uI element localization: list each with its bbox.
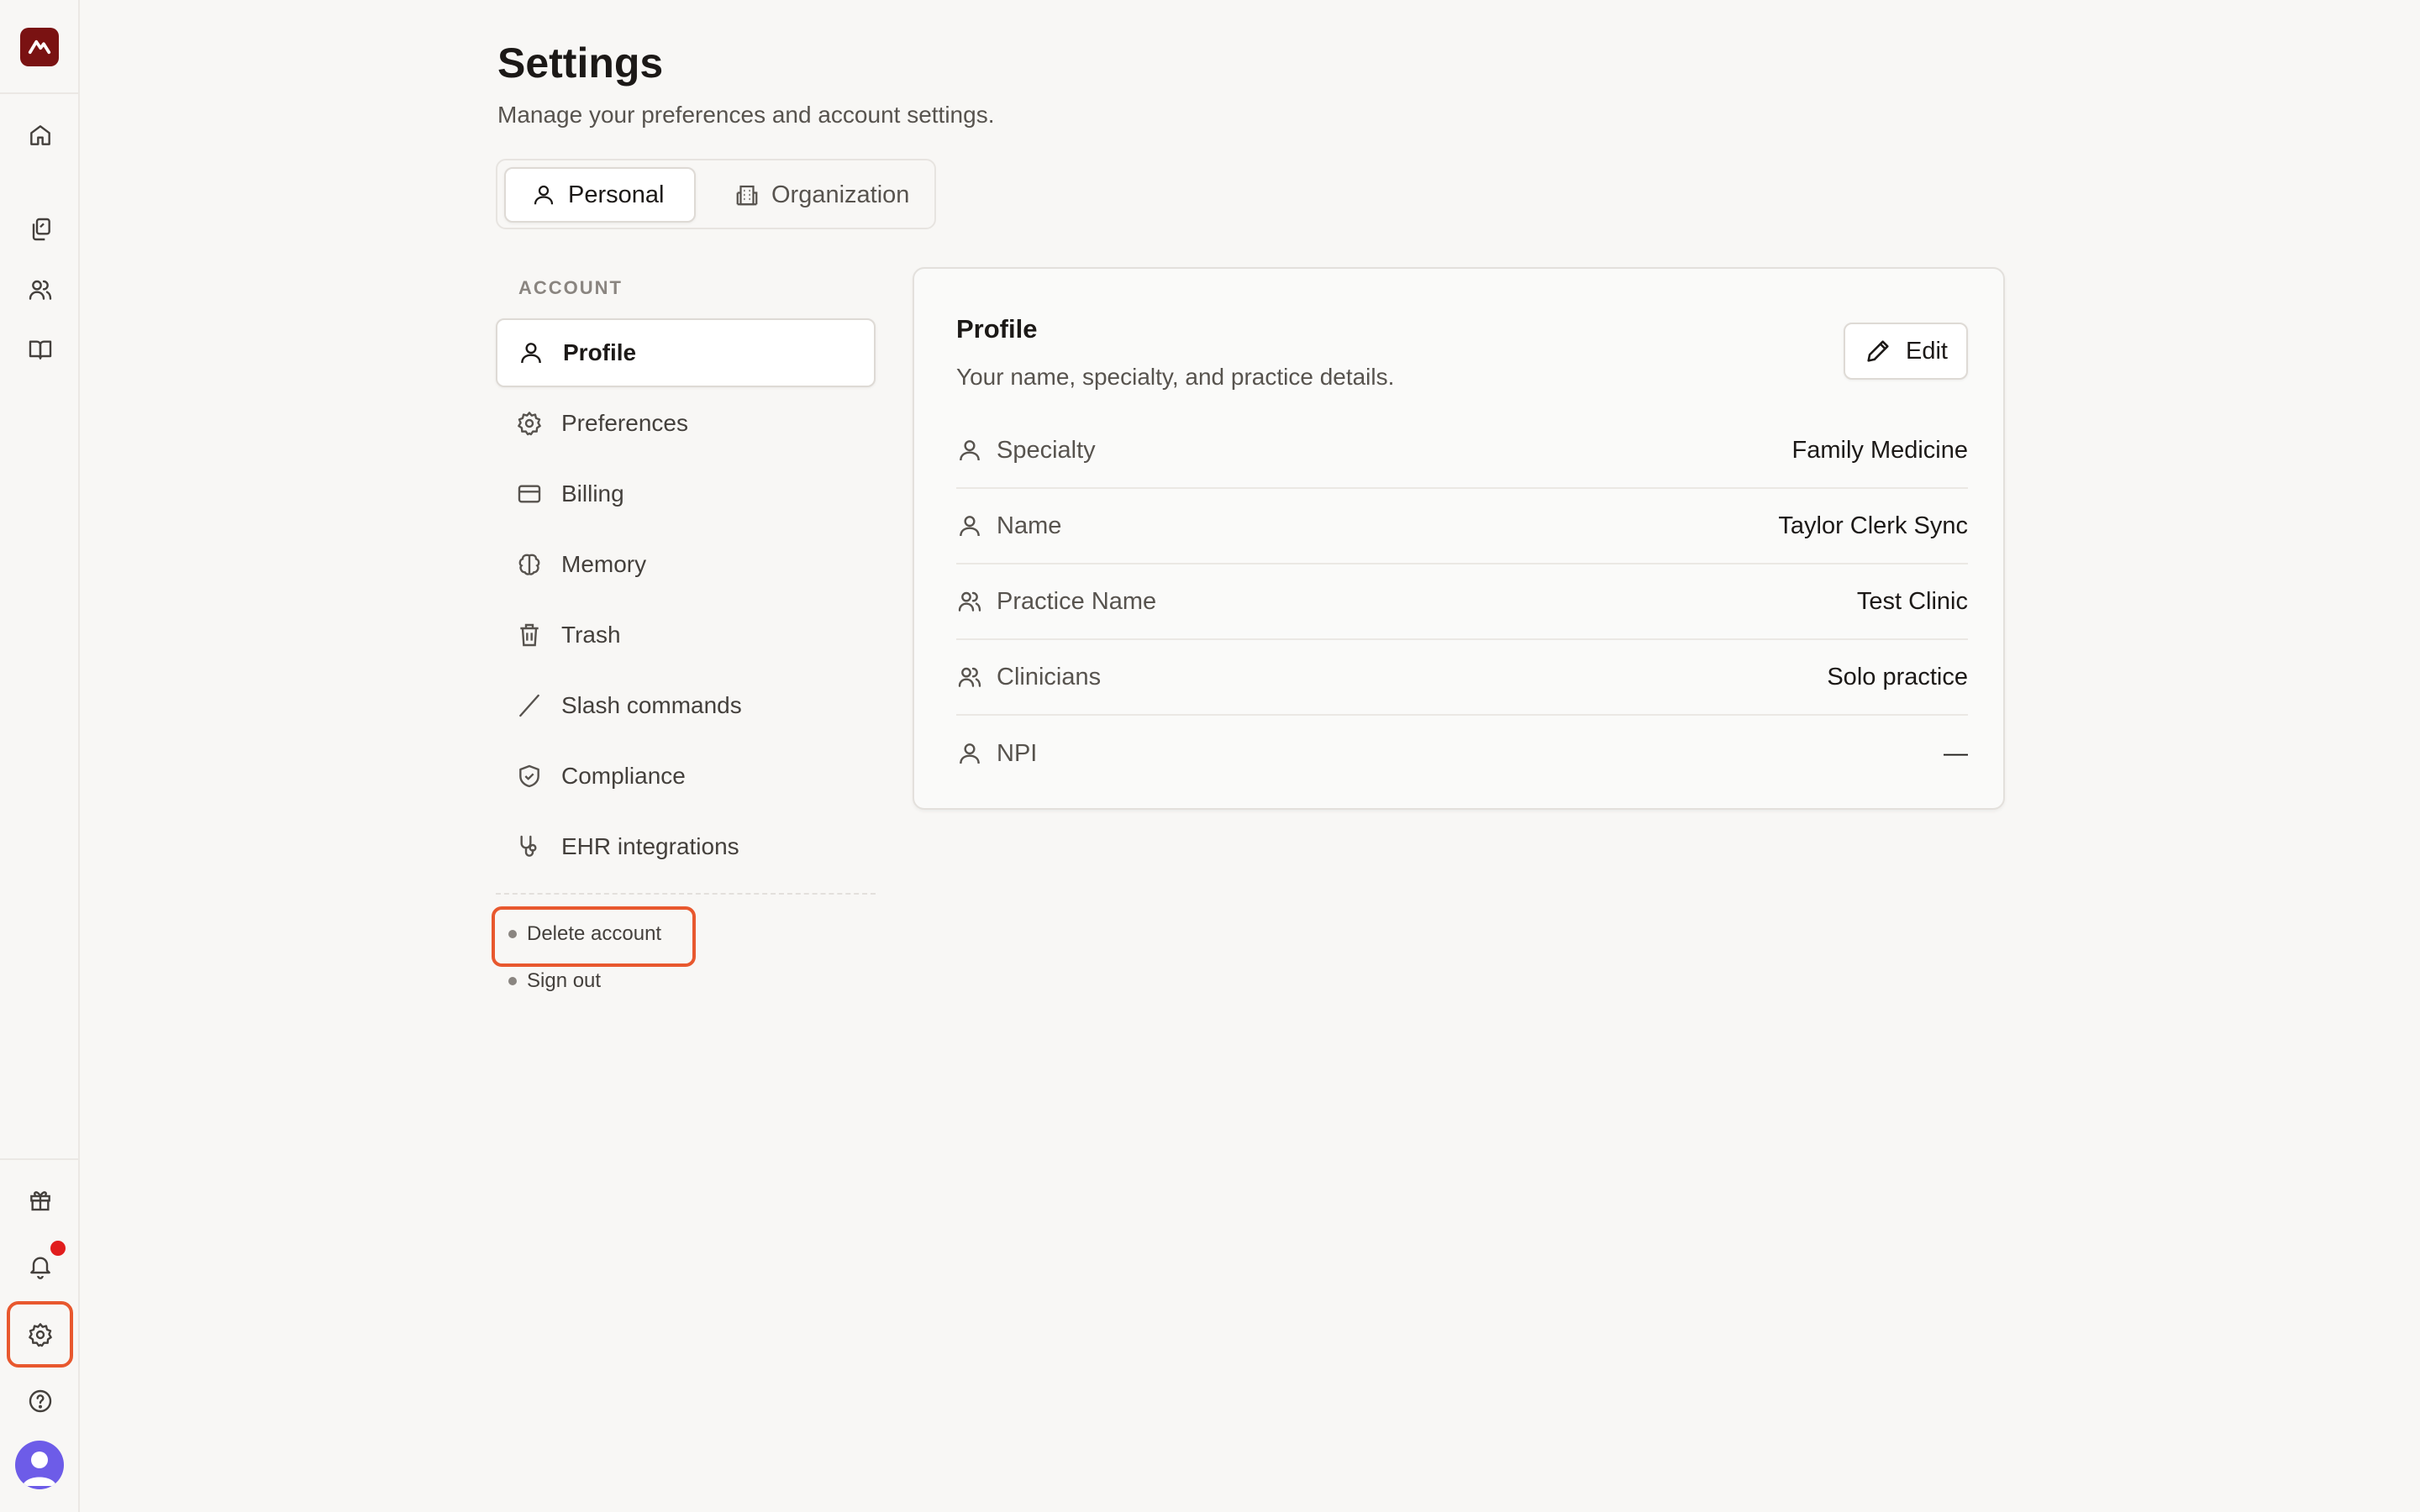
slash-icon <box>519 694 539 717</box>
profile-row-specialty: Specialty Family Medicine <box>956 413 1968 489</box>
bullet-icon <box>508 930 517 938</box>
field-label: NPI <box>997 739 1038 767</box>
notification-dot <box>50 1241 66 1256</box>
nav-divider <box>496 893 876 895</box>
delete-account-link[interactable]: Delete account <box>508 922 661 946</box>
sign-out-link[interactable]: Sign out <box>508 969 601 993</box>
bullet-icon <box>508 977 517 985</box>
field-label: Practice Name <box>997 587 1157 615</box>
card-subtitle: Your name, specialty, and practice detai… <box>956 364 1395 390</box>
user-icon <box>960 516 980 537</box>
sidebar-item-compliance[interactable]: Compliance <box>496 742 876 811</box>
user-icon <box>960 743 980 764</box>
sidebar-item-label: Slash commands <box>561 692 742 718</box>
user-icon <box>960 440 980 461</box>
sidebar-item-label: Preferences <box>561 410 688 436</box>
tab-personal[interactable]: Personal <box>504 167 696 223</box>
user-icon <box>521 343 541 364</box>
profile-row-name: Name Taylor Clerk Sync <box>956 489 1968 564</box>
sidebar-item-slash-commands[interactable]: Slash commands <box>496 671 876 740</box>
field-value: — <box>1944 739 1968 767</box>
documents-icon[interactable] <box>22 211 59 248</box>
rail-divider <box>0 92 80 94</box>
sidebar-item-label: Compliance <box>561 763 686 789</box>
sidebar-item-label: Profile <box>563 339 637 365</box>
sidebar-item-label: Trash <box>561 622 621 648</box>
tab-personal-label: Personal <box>568 181 665 208</box>
sidebar-item-memory[interactable]: Memory <box>496 530 876 599</box>
gear-icon <box>518 412 541 436</box>
field-label: Specialty <box>997 436 1096 464</box>
gift-icon[interactable] <box>22 1181 59 1218</box>
avatar[interactable] <box>15 1441 64 1489</box>
profile-row-practice-name: Practice Name Test Clinic <box>956 564 1968 640</box>
home-icon[interactable] <box>22 117 59 154</box>
book-icon[interactable] <box>22 331 59 368</box>
edit-button-label: Edit <box>1906 337 1948 365</box>
field-value: Solo practice <box>1827 663 1968 690</box>
page-title: Settings <box>497 39 664 87</box>
users-icon[interactable] <box>22 271 59 308</box>
settings-tabs: Personal Organization <box>496 159 936 229</box>
sidebar-item-ehr-integrations[interactable]: EHR integrations <box>496 812 876 881</box>
field-value: Family Medicine <box>1791 436 1969 464</box>
app-rail <box>0 0 80 1512</box>
section-label-account: ACCOUNT <box>518 277 623 298</box>
profile-row-clinicians: Clinicians Solo practice <box>956 640 1968 716</box>
sign-out-label: Sign out <box>527 969 602 992</box>
sidebar-item-preferences[interactable]: Preferences <box>496 389 876 458</box>
edit-button[interactable]: Edit <box>1844 323 1968 380</box>
field-label: Name <box>997 512 1062 539</box>
field-value: Taylor Clerk Sync <box>1778 512 1968 539</box>
profile-row-npi: NPI — <box>956 716 1968 791</box>
rail-divider <box>0 1158 80 1160</box>
user-icon <box>534 185 554 205</box>
app-logo[interactable] <box>20 28 59 66</box>
logo-mark-icon <box>28 39 51 55</box>
sidebar-item-profile[interactable]: Profile <box>496 318 876 387</box>
credit-card-icon <box>518 485 541 503</box>
stethoscope-icon <box>520 835 537 857</box>
delete-account-label: Delete account <box>527 922 662 945</box>
page-subtitle: Manage your preferences and account sett… <box>497 102 995 128</box>
settings-gear-icon[interactable] <box>7 1301 73 1368</box>
users-icon <box>958 667 981 687</box>
sidebar-item-label: Memory <box>561 551 647 577</box>
field-label: Clinicians <box>997 663 1102 690</box>
users-icon <box>958 591 981 612</box>
trash-icon <box>520 623 539 647</box>
help-icon[interactable] <box>22 1383 59 1420</box>
sidebar-item-billing[interactable]: Billing <box>496 459 876 528</box>
building-icon <box>736 185 758 206</box>
avatar-person-icon <box>23 1452 56 1486</box>
sidebar-item-trash[interactable]: Trash <box>496 601 876 669</box>
profile-card: Profile Your name, specialty, and practi… <box>913 267 2005 810</box>
brain-icon <box>518 554 540 575</box>
sidebar-item-label: Billing <box>561 480 624 507</box>
sidebar-item-label: EHR integrations <box>561 833 739 859</box>
shield-check-icon <box>519 764 539 788</box>
tab-organization-label: Organization <box>771 181 910 208</box>
card-title: Profile <box>956 314 1038 344</box>
pencil-icon <box>1867 340 1889 362</box>
tab-organization[interactable]: Organization <box>709 167 934 223</box>
field-value: Test Clinic <box>1856 587 1968 615</box>
